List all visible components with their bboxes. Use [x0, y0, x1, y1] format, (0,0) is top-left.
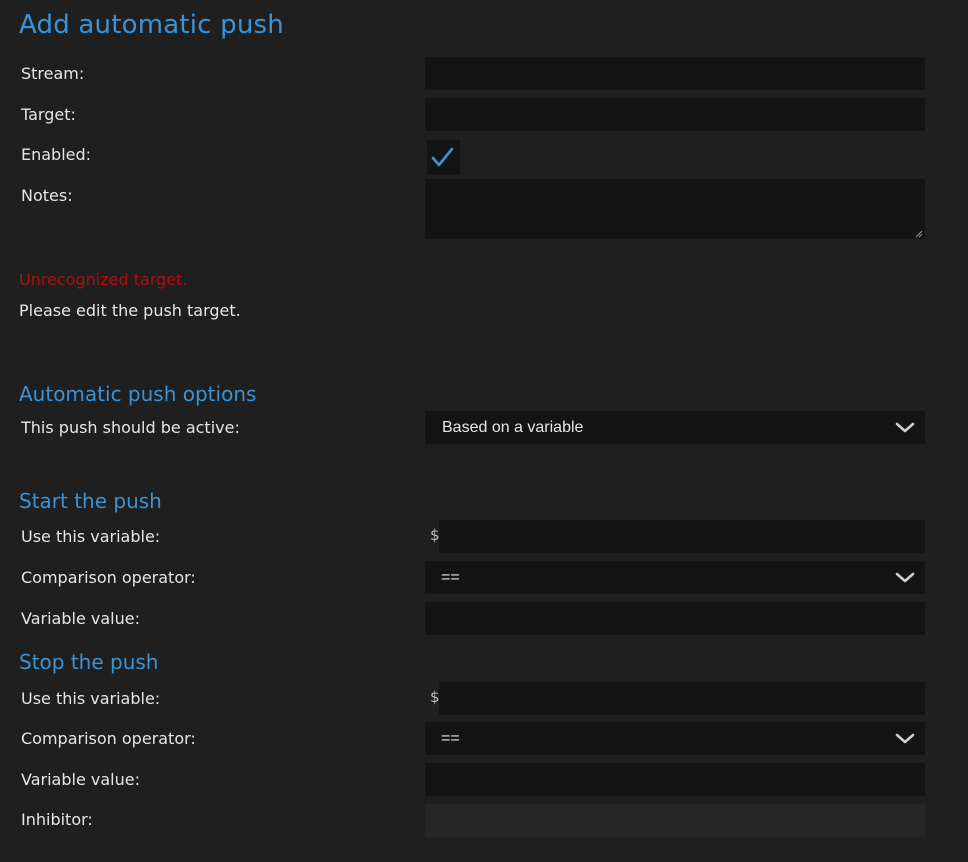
active-label: This push should be active: — [21, 418, 240, 437]
stream-input[interactable] — [425, 57, 925, 90]
start-value-input[interactable] — [425, 602, 925, 635]
notes-textarea[interactable] — [425, 179, 925, 239]
stop-value-label: Variable value: — [21, 770, 140, 789]
options-heading: Automatic push options — [19, 382, 257, 406]
target-label: Target: — [21, 105, 76, 124]
enabled-label: Enabled: — [21, 145, 92, 164]
stop-variable-input[interactable] — [439, 682, 925, 715]
info-message: Please edit the push target. — [19, 301, 241, 320]
stop-operator-select[interactable]: == — [425, 722, 925, 755]
stream-label: Stream: — [21, 64, 85, 83]
page-title: Add automatic push — [19, 10, 284, 40]
inhibitor-label: Inhibitor: — [21, 810, 93, 829]
active-select[interactable]: Based on a variable — [425, 411, 925, 444]
active-select-value: Based on a variable — [442, 419, 584, 436]
notes-label: Notes: — [21, 186, 73, 205]
stop-value-input[interactable] — [425, 763, 925, 796]
start-variable-label: Use this variable: — [21, 527, 161, 546]
checkmark-icon — [431, 147, 454, 167]
enabled-checkbox[interactable] — [427, 140, 460, 175]
stop-variable-label: Use this variable: — [21, 689, 161, 708]
resize-grip-icon[interactable] — [915, 230, 923, 238]
start-operator-label: Comparison operator: — [21, 568, 196, 587]
start-value-label: Variable value: — [21, 609, 140, 628]
stop-heading: Stop the push — [19, 650, 159, 674]
error-message: Unrecognized target. — [19, 270, 188, 289]
chevron-down-icon — [895, 733, 915, 744]
start-heading: Start the push — [19, 489, 162, 513]
stop-operator-value: == — [441, 730, 460, 747]
start-operator-value: == — [441, 569, 460, 586]
chevron-down-icon — [895, 422, 915, 433]
start-operator-select[interactable]: == — [425, 561, 925, 594]
inhibitor-input[interactable] — [425, 804, 925, 837]
target-input[interactable] — [425, 98, 925, 131]
chevron-down-icon — [895, 572, 915, 583]
stop-operator-label: Comparison operator: — [21, 729, 196, 748]
start-variable-input[interactable] — [439, 520, 925, 553]
